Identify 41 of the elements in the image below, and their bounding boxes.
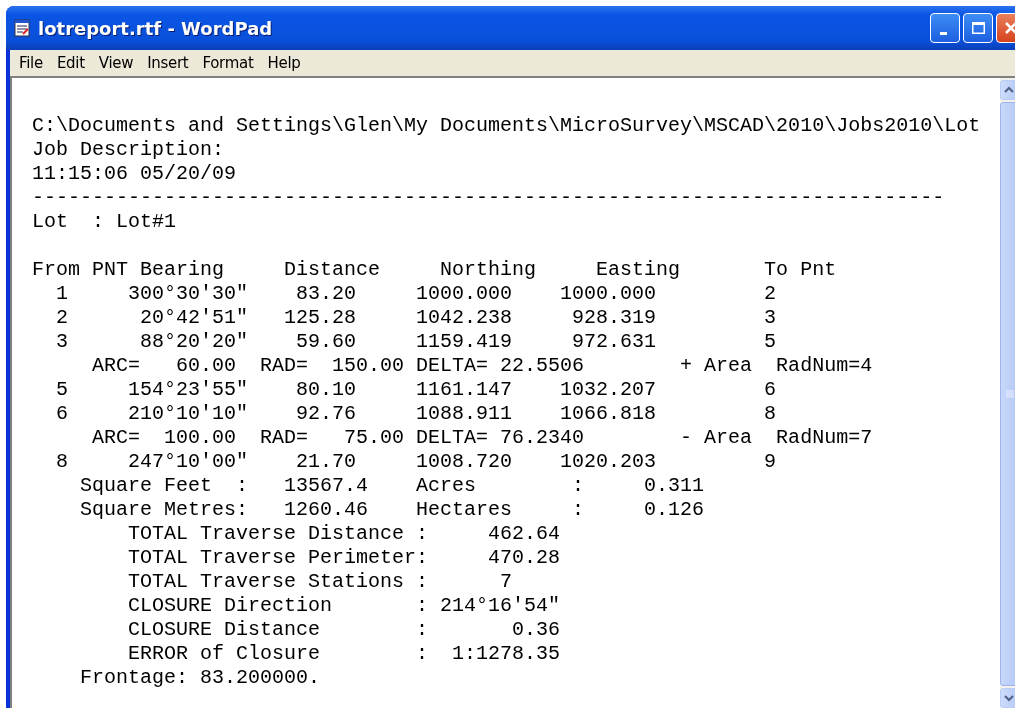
text-line: Square Metres: 1260.46 Hectares : 0.126: [79, 498, 705, 521]
text-line: 6 210°10'10" 92.76 1088.911 1066.818 8: [55, 402, 777, 425]
menu-item[interactable]: File: [12, 54, 50, 72]
caret-up-icon: [1004, 86, 1014, 94]
text-line: Frontage: 83.200000.: [79, 666, 321, 689]
text-line: 1 300°30'30" 83.20 1000.000 1000.000 2: [55, 282, 777, 305]
text-line: 11:15:06 05/20/09: [32, 162, 237, 185]
grip-icon: [1005, 390, 1014, 398]
menu-item[interactable]: Help: [260, 54, 308, 72]
text-line: From PNT Bearing Distance Northing Easting To Pnt: [32, 258, 837, 281]
text-line: CLOSURE Distance : 0.36: [127, 618, 561, 641]
maximize-icon: [971, 22, 985, 34]
minimize-icon: [939, 31, 947, 35]
menu-item[interactable]: Insert: [140, 54, 196, 72]
text-line: ARC= 100.00 RAD= 75.00 DELTA= 76.2340 - Area RadNum=7: [91, 426, 873, 449]
text-line: ERROR of Closure : 1:1278.35: [127, 642, 561, 665]
text-line: ARC= 60.00 RAD= 150.00 DELTA= 22.5506 + Area RadNum=4: [91, 354, 873, 377]
text-line: Lot : Lot#1: [32, 210, 177, 233]
maximize-button[interactable]: [963, 13, 993, 43]
scroll-down-button[interactable]: [1000, 688, 1015, 708]
text-line: CLOSURE Direction : 214°16'54": [127, 594, 561, 617]
text-line: TOTAL Traverse Distance : 462.64: [127, 522, 561, 545]
text-line: TOTAL Traverse Stations : 7: [127, 570, 513, 593]
caret-down-icon: [1004, 694, 1014, 702]
menu-item[interactable]: View: [91, 54, 141, 72]
menu-item[interactable]: Edit: [49, 54, 92, 72]
close-icon: [1005, 22, 1015, 34]
text-line: TOTAL Traverse Perimeter: 470.28: [127, 546, 561, 569]
text-line: ----------------------------------------------------------------------------: [32, 186, 945, 209]
text-line: Square Feet : 13567.4 Acres : 0.311: [79, 474, 705, 497]
menu-item[interactable]: Format: [195, 54, 261, 72]
text-line: 2 20°42'51" 125.28 1042.238 928.319 3: [55, 306, 777, 329]
scroll-up-button[interactable]: [1000, 80, 1015, 100]
text-line: 5 154°23'55" 80.10 1161.147 1032.207 6: [55, 378, 777, 401]
text-line: Job Description:: [32, 138, 225, 161]
window-title: lotreport.rtf - WordPad: [38, 17, 274, 39]
text-line: 3 88°20'20" 59.60 1159.419 972.631 5: [55, 330, 777, 353]
document-icon: [14, 19, 30, 37]
minimize-button[interactable]: [930, 13, 960, 43]
text-line: C:\Documents and Settings\Glen\My Documents\MicroSurvey\MSCAD\2010\Jobs2010\Lot: [32, 114, 981, 137]
text-line: 8 247°10'00" 21.70 1008.720 1020.203 9: [55, 450, 777, 473]
